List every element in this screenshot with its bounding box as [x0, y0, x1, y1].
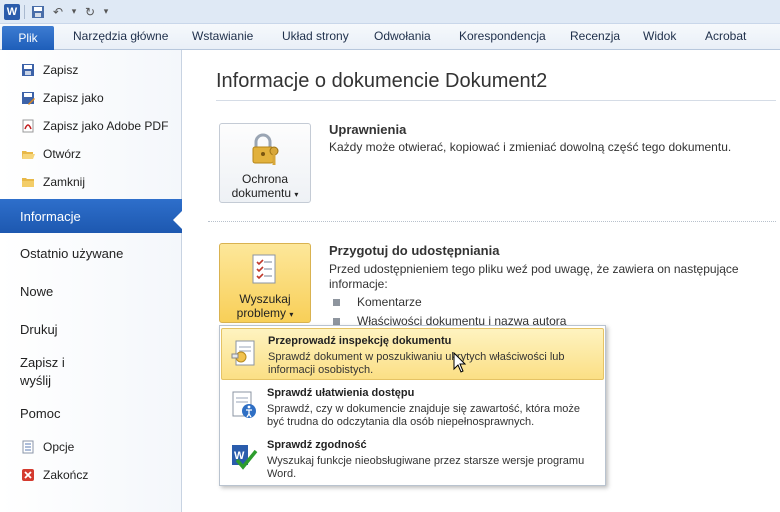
tab-insert[interactable]: Wstawianie: [192, 29, 253, 43]
compatibility-icon: W: [228, 441, 260, 473]
save-icon: [20, 62, 36, 78]
accessibility-icon: [228, 389, 260, 421]
permissions-heading: Uprawnienia: [329, 122, 407, 137]
menu-item-title: Sprawdź ułatwienia dostępu: [267, 387, 415, 399]
mouse-cursor-icon: [453, 352, 467, 373]
nav-save-as[interactable]: Zapisz jako: [0, 85, 182, 111]
tab-references[interactable]: Odwołania: [374, 29, 431, 43]
protect-document-label-1: Ochrona: [241, 172, 289, 186]
active-indicator-arrow: [173, 211, 182, 229]
nav-recent-label: Ostatnio używane: [20, 245, 124, 261]
nav-help[interactable]: Pomoc: [0, 396, 182, 430]
pdf-icon: [20, 118, 36, 134]
toolbar-separator: [24, 4, 25, 19]
customize-toolbar-icon[interactable]: ▾: [101, 3, 111, 21]
nav-save-pdf-label: Zapisz jako Adobe PDF: [43, 119, 169, 133]
nav-exit[interactable]: Zakończ: [0, 462, 182, 488]
tab-home[interactable]: Narzędzia główne: [73, 29, 168, 43]
permissions-text: Każdy może otwierać, kopiować i zmieniać…: [329, 140, 732, 154]
exit-icon: [20, 467, 36, 483]
word-logo-icon[interactable]: W: [4, 3, 20, 20]
nav-help-label: Pomoc: [20, 405, 61, 421]
open-folder-icon: [20, 146, 36, 162]
chevron-down-icon: ▾: [294, 190, 299, 199]
nav-exit-label: Zakończ: [43, 468, 89, 482]
menu-item-title: Sprawdź zgodność: [267, 439, 367, 451]
nav-options[interactable]: Opcje: [0, 434, 182, 460]
menu-item-description: Sprawdź dokument w poszukiwaniu ukrytych…: [268, 351, 565, 376]
title-divider: [216, 100, 776, 101]
nav-info[interactable]: Informacje: [0, 199, 182, 233]
nav-info-label: Informacje: [20, 208, 81, 224]
nav-save-as-label: Zapisz jako: [43, 91, 104, 105]
nav-print[interactable]: Drukuj: [0, 312, 182, 346]
nav-open-label: Otwórz: [43, 147, 82, 161]
bullet-marker: [333, 298, 340, 306]
nav-new-label: Nowe: [20, 283, 54, 299]
bullet-marker: [333, 317, 340, 325]
nav-print-label: Drukuj: [20, 321, 58, 337]
svg-text:W: W: [234, 450, 245, 462]
redo-icon[interactable]: ↻: [81, 3, 99, 21]
page-title: Informacje o dokumencie Dokument2: [216, 70, 548, 92]
protect-document-button[interactable]: Ochrona dokumentu ▾: [219, 123, 311, 203]
menu-item-title: Przeprowadź inspekcję dokumentu: [268, 335, 452, 347]
menu-item-check-accessibility[interactable]: Sprawdź ułatwienia dostępu Sprawdź, czy …: [221, 381, 604, 433]
close-folder-icon: [20, 174, 36, 190]
menu-item-inspect-document[interactable]: Przeprowadź inspekcję dokumentu Sprawdź …: [221, 328, 604, 380]
section-divider: [208, 221, 776, 222]
nav-save-send[interactable]: Zapisz i wyślij: [0, 350, 182, 394]
nav-save-label: Zapisz: [43, 63, 79, 77]
nav-save-pdf[interactable]: Zapisz jako Adobe PDF: [0, 113, 182, 139]
tab-page-layout[interactable]: Układ strony: [282, 29, 349, 43]
nav-save-send-label: Zapisz i wyślij: [20, 355, 65, 388]
nav-open[interactable]: Otwórz: [0, 141, 182, 167]
check-issues-label-1: Wyszukaj: [239, 292, 291, 306]
prepare-text: Przed udostępnieniem tego pliku weź pod …: [329, 262, 739, 291]
nav-close-label: Zamknij: [43, 175, 86, 189]
tab-file[interactable]: Plik: [2, 26, 54, 50]
chevron-down-icon: ▾: [289, 310, 294, 319]
check-issues-label-2: problemy ▾: [236, 306, 294, 320]
protect-document-label-2: dokumentu ▾: [231, 186, 299, 200]
list-item: Komentarze: [329, 295, 422, 309]
nav-recent[interactable]: Ostatnio używane: [0, 236, 182, 270]
customize-icon[interactable]: ▾: [69, 3, 79, 21]
nav-save[interactable]: Zapisz: [0, 57, 182, 83]
tab-mailings[interactable]: Korespondencja: [459, 29, 546, 43]
nav-close[interactable]: Zamknij: [0, 169, 182, 195]
quick-access-toolbar: W ↶ ▾ ↻ ▾: [0, 0, 780, 24]
menu-item-check-compatibility[interactable]: W Sprawdź zgodność Wyszukaj funkcje nieo…: [221, 433, 604, 485]
menu-item-description: Wyszukaj funkcje nieobsługiwane przez st…: [267, 455, 585, 480]
menu-item-description: Sprawdź, czy w dokumencie znajduje się z…: [267, 403, 581, 428]
options-icon: [20, 439, 36, 455]
tab-review[interactable]: Recenzja: [570, 29, 620, 43]
save-icon[interactable]: [29, 3, 47, 21]
undo-icon[interactable]: ↶: [49, 3, 67, 21]
ribbon-tabs: Plik Narzędzia główne Wstawianie Układ s…: [0, 24, 780, 50]
lock-key-icon: [247, 132, 283, 168]
prepare-heading: Przygotuj do udostępniania: [329, 243, 500, 258]
tab-view[interactable]: Widok: [643, 29, 676, 43]
nav-new[interactable]: Nowe: [0, 274, 182, 308]
backstage-nav: Zapisz Zapisz jako Zapisz jako Adobe PDF…: [0, 50, 182, 512]
save-as-icon: [20, 90, 36, 106]
nav-options-label: Opcje: [43, 440, 75, 454]
check-issues-dropdown: Przeprowadź inspekcję dokumentu Sprawdź …: [219, 325, 606, 486]
check-issues-button[interactable]: Wyszukaj problemy ▾: [219, 243, 311, 323]
checklist-icon: [247, 252, 283, 288]
tab-acrobat[interactable]: Acrobat: [705, 29, 746, 43]
inspect-document-icon: [229, 337, 261, 369]
